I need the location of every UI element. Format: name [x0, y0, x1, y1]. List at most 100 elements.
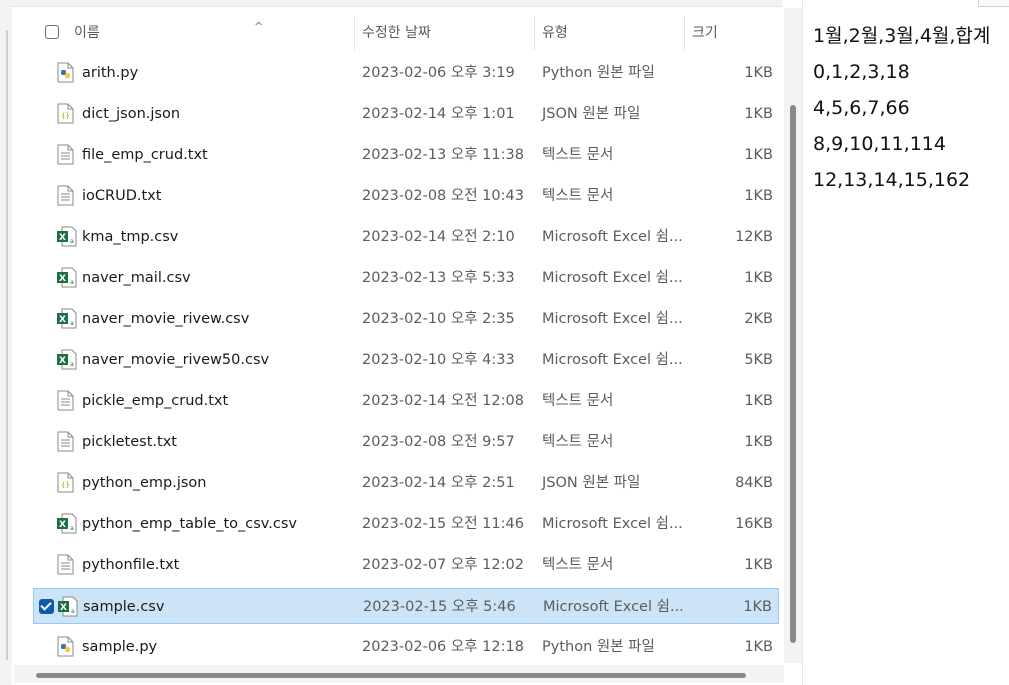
file-type: Microsoft Excel 쉼... — [542, 311, 683, 327]
file-date: 2023-02-14 오후 2:51 — [362, 475, 515, 491]
file-row[interactable]: ioCRUD.txt 2023-02-08 오전 10:43 텍스트 문서 1KB — [33, 178, 779, 214]
file-size: 1KB — [744, 106, 773, 122]
file-type: Microsoft Excel 쉼... — [542, 352, 683, 368]
column-header-name-label: 이름 — [74, 25, 100, 41]
file-date: 2023-02-13 오후 11:38 — [362, 147, 524, 163]
file-date: 2023-02-06 오후 3:19 — [362, 65, 515, 81]
file-size: 12KB — [735, 229, 773, 245]
file-row[interactable]: {} python_emp.json 2023-02-14 오후 2:51 JSON … — [33, 465, 779, 501]
svg-text:X: X — [59, 315, 66, 325]
horizontal-scrollbar-thumb[interactable] — [36, 673, 746, 678]
select-all-checkbox[interactable] — [45, 25, 59, 39]
file-type: Python 원본 파일 — [542, 639, 655, 655]
file-name: pythonfile.txt — [82, 557, 180, 573]
file-name: ioCRUD.txt — [82, 188, 162, 204]
text-file-icon — [57, 144, 74, 165]
toolbar-edge — [12, 0, 782, 7]
column-header-date[interactable]: 수정한 날짜 — [362, 16, 532, 50]
navigation-pane-edge — [0, 0, 12, 685]
file-name: python_emp_table_to_csv.csv — [82, 516, 297, 532]
preview-line: 4,5,6,7,66 — [813, 97, 910, 119]
preview-line: 1월,2월,3월,4월,합계 — [813, 25, 991, 47]
preview-pane-divider[interactable] — [802, 0, 803, 685]
json-file-icon: {} — [57, 472, 74, 493]
file-size: 1KB — [744, 434, 773, 450]
file-name: arith.py — [82, 65, 139, 81]
file-date: 2023-02-08 오전 10:43 — [362, 188, 524, 204]
column-divider[interactable] — [534, 16, 535, 50]
text-file-icon — [57, 390, 74, 411]
file-size: 5KB — [744, 352, 773, 368]
python-file-icon — [57, 636, 74, 657]
preview-pane-top-edge — [978, 0, 1009, 7]
file-row[interactable]: pickletest.txt 2023-02-08 오전 9:57 텍스트 문서 1K… — [33, 424, 779, 460]
svg-text:a: a — [70, 320, 74, 327]
file-row[interactable]: Xa sample.csv 2023-02-15 오후 5:46 Microsoft … — [33, 588, 779, 624]
navigation-pane-scrollbar[interactable] — [6, 30, 8, 660]
file-type: 텍스트 문서 — [542, 393, 614, 409]
file-name: naver_mail.csv — [82, 270, 191, 286]
file-size: 1KB — [744, 557, 773, 573]
preview-line: 12,13,14,15,162 — [813, 169, 971, 191]
file-size: 16KB — [735, 516, 773, 532]
file-date: 2023-02-14 오전 2:10 — [362, 229, 515, 245]
file-row[interactable]: {} dict_json.json 2023-02-14 오후 1:01 JSON 원… — [33, 96, 779, 132]
svg-text:X: X — [59, 356, 66, 366]
file-size: 1KB — [744, 188, 773, 204]
excel-file-icon: Xa — [57, 349, 77, 370]
file-row[interactable]: arith.py 2023-02-06 오후 3:19 Python 원본 파일 1K… — [33, 55, 779, 91]
excel-file-icon: Xa — [58, 596, 78, 617]
file-row[interactable]: Xa naver_mail.csv 2023-02-13 오후 5:33 Micros… — [33, 260, 779, 296]
sort-ascending-icon: ^ — [254, 20, 264, 33]
file-row[interactable]: Xa naver_movie_rivew50.csv 2023-02-10 오후 4… — [33, 342, 779, 378]
file-date: 2023-02-15 오후 5:46 — [363, 599, 516, 615]
python-file-icon — [57, 62, 74, 83]
text-file-icon — [57, 431, 74, 452]
vertical-scrollbar-thumb[interactable] — [790, 105, 796, 643]
file-size: 1KB — [744, 147, 773, 163]
file-row[interactable]: file_emp_crud.txt 2023-02-13 오후 11:38 텍스트 … — [33, 137, 779, 173]
file-row[interactable]: sample.py 2023-02-06 오후 12:18 Python 원본 파일… — [33, 629, 779, 665]
file-type: JSON 원본 파일 — [542, 106, 641, 122]
file-row[interactable]: Xa python_emp_table_to_csv.csv 2023-02-15 … — [33, 506, 779, 542]
column-divider[interactable] — [684, 16, 685, 50]
column-divider[interactable] — [354, 16, 355, 50]
row-checkbox[interactable] — [39, 599, 54, 614]
file-type: 텍스트 문서 — [542, 147, 614, 163]
file-name: kma_tmp.csv — [82, 229, 179, 245]
svg-text:a: a — [70, 525, 74, 532]
column-header-type[interactable]: 유형 — [542, 16, 682, 50]
file-size: 84KB — [735, 475, 773, 491]
column-header-name[interactable]: 이름 ^ — [74, 16, 354, 50]
excel-file-icon: Xa — [57, 226, 77, 247]
svg-text:a: a — [71, 608, 75, 615]
file-type: Microsoft Excel 쉼... — [542, 229, 683, 245]
svg-text:X: X — [59, 233, 66, 243]
file-name: pickle_emp_crud.txt — [82, 393, 229, 409]
file-name: pickletest.txt — [82, 434, 177, 450]
column-header-type-label: 유형 — [542, 25, 568, 41]
file-date: 2023-02-10 오후 2:35 — [362, 311, 515, 327]
file-date: 2023-02-08 오전 9:57 — [362, 434, 515, 450]
file-row[interactable]: pythonfile.txt 2023-02-07 오후 12:02 텍스트 문서 1… — [33, 547, 779, 583]
svg-text:a: a — [70, 279, 74, 286]
file-name: sample.csv — [83, 599, 165, 615]
file-size: 1KB — [744, 393, 773, 409]
file-type: Microsoft Excel 쉼... — [543, 599, 684, 615]
file-row[interactable]: pickle_emp_crud.txt 2023-02-14 오전 12:08 텍스… — [33, 383, 779, 419]
file-size: 1KB — [743, 599, 772, 615]
file-row[interactable]: Xa naver_movie_rivew.csv 2023-02-10 오후 2:3… — [33, 301, 779, 337]
file-date: 2023-02-07 오후 12:02 — [362, 557, 524, 573]
file-date: 2023-02-13 오후 5:33 — [362, 270, 515, 286]
svg-text:X: X — [59, 274, 66, 284]
column-header-size-label: 크기 — [692, 25, 718, 41]
file-row[interactable]: Xa kma_tmp.csv 2023-02-14 오전 2:10 Microsoft… — [33, 219, 779, 255]
preview-line: 0,1,2,3,18 — [813, 61, 910, 83]
file-date: 2023-02-10 오후 4:33 — [362, 352, 515, 368]
excel-file-icon: Xa — [57, 308, 77, 329]
text-file-icon — [57, 554, 74, 575]
column-header-size[interactable]: 크기 — [692, 16, 772, 50]
file-type: 텍스트 문서 — [542, 434, 614, 450]
file-name: file_emp_crud.txt — [82, 147, 208, 163]
file-type: JSON 원본 파일 — [542, 475, 641, 491]
